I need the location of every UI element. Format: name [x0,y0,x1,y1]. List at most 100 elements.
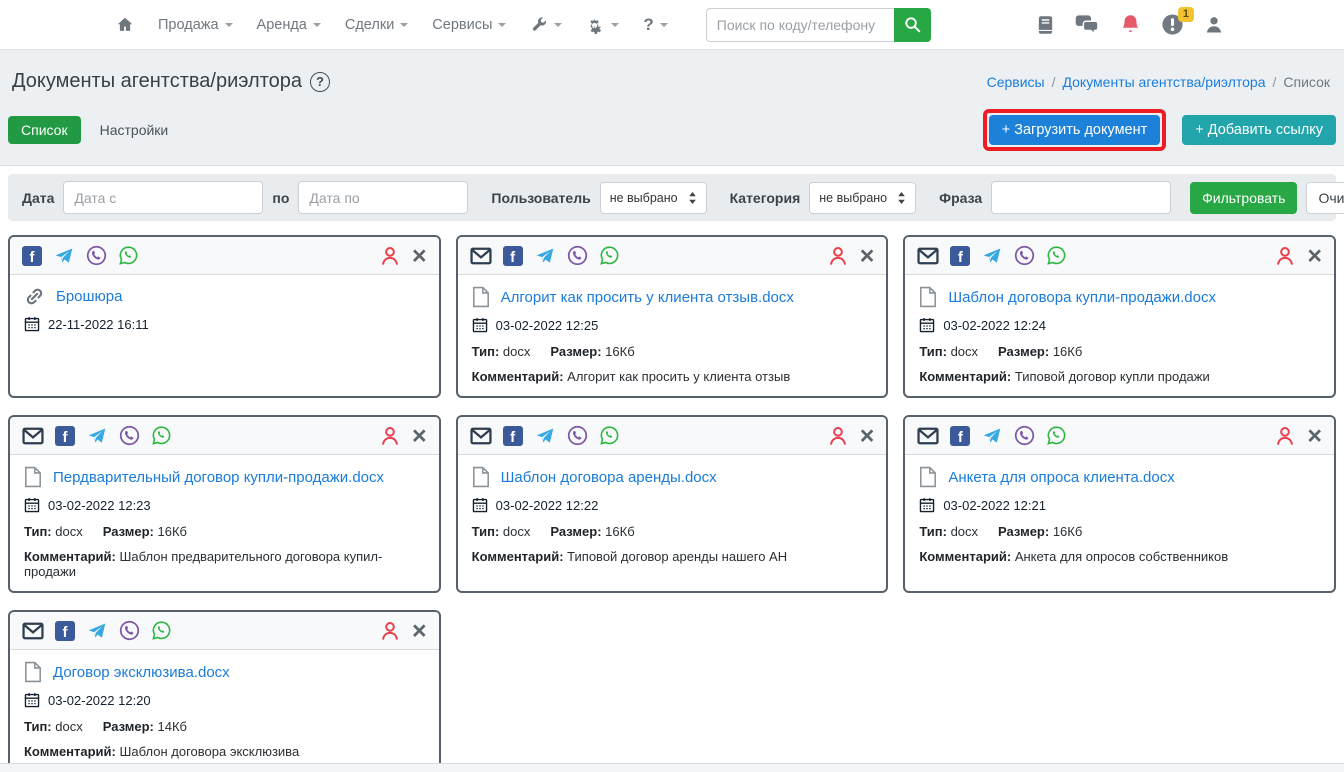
bell-icon[interactable] [1120,14,1141,36]
close-icon[interactable]: × [860,246,875,266]
document-date: 03-02-2022 12:22 [496,498,599,513]
facebook-share-icon[interactable]: f [503,246,523,266]
telegram-share-icon[interactable] [981,246,1003,266]
email-share-icon[interactable] [22,622,44,640]
date-from-input[interactable] [63,181,263,214]
category-select[interactable]: не выбрано [809,182,916,214]
search-button[interactable] [894,8,931,42]
document-card: f × Алгорит [456,235,889,398]
email-share-icon[interactable] [917,247,939,265]
close-icon[interactable]: × [412,426,427,446]
category-select-value: не выбрано [819,191,887,205]
email-share-icon[interactable] [470,427,492,445]
help-menu[interactable]: ? [643,15,667,35]
telegram-share-icon[interactable] [86,621,108,641]
alert-badge: 1 [1178,7,1194,22]
telegram-share-icon[interactable] [534,246,556,266]
owner-icon[interactable] [1274,245,1296,267]
date-to-input[interactable] [298,181,468,214]
email-share-icon[interactable] [470,247,492,265]
viber-share-icon[interactable] [119,620,140,641]
email-share-icon[interactable] [22,427,44,445]
document-link[interactable]: Брошюра [56,288,123,305]
viber-share-icon[interactable] [567,425,588,446]
facebook-share-icon[interactable]: f [950,246,970,266]
whatsapp-share-icon[interactable] [1046,425,1067,446]
tab-settings[interactable]: Настройки [87,116,182,144]
owner-icon[interactable] [827,245,849,267]
telegram-share-icon[interactable] [86,426,108,446]
viber-share-icon[interactable] [86,245,107,266]
facebook-share-icon[interactable]: f [55,426,75,446]
close-icon[interactable]: × [412,246,427,266]
owner-icon[interactable] [379,620,401,642]
owner-icon[interactable] [1274,425,1296,447]
nav-item[interactable]: Аренда [257,17,321,33]
owner-icon[interactable] [379,245,401,267]
title-help-icon[interactable]: ? [310,72,330,92]
comment-label: Комментарий: [472,369,564,384]
card-header: f × [10,417,439,455]
type-value: docx [503,524,530,539]
document-link[interactable]: Договор эксклюзива.docx [53,664,230,681]
viber-share-icon[interactable] [119,425,140,446]
owner-icon[interactable] [827,425,849,447]
file-icon [472,466,490,488]
document-date: 03-02-2022 12:20 [48,693,151,708]
wrench-icon[interactable] [530,16,562,34]
telegram-share-icon[interactable] [53,246,75,266]
telegram-share-icon[interactable] [981,426,1003,446]
phrase-input[interactable] [991,181,1171,214]
close-icon[interactable]: × [1307,426,1322,446]
tab-list[interactable]: Список [8,116,81,144]
whatsapp-share-icon[interactable] [599,245,620,266]
nav-item[interactable]: Продажа [158,17,233,33]
nav-item[interactable]: Сервисы [432,17,506,33]
document-link[interactable]: Шаблон договора купли-продажи.docx [948,289,1216,306]
document-link[interactable]: Анкета для опроса клиента.docx [948,469,1174,486]
size-label: Размер: [550,524,601,539]
alert-icon[interactable]: 1 [1161,13,1184,36]
journal-icon[interactable] [1037,15,1054,35]
size-value: 16Кб [1053,344,1082,359]
search-input[interactable] [706,8,894,42]
viber-share-icon[interactable] [567,245,588,266]
filter-button[interactable]: Фильтровать [1190,182,1297,214]
whatsapp-share-icon[interactable] [118,245,139,266]
whatsapp-share-icon[interactable] [151,425,172,446]
facebook-share-icon[interactable]: f [55,621,75,641]
facebook-share-icon[interactable]: f [503,426,523,446]
close-icon[interactable]: × [860,426,875,446]
breadcrumb-item[interactable]: Сервисы [987,74,1045,90]
document-link[interactable]: Алгорит как просить у клиента отзыв.docx [501,289,794,306]
facebook-share-icon[interactable]: f [950,426,970,446]
comment-row: Комментарий: Шаблон предварительного дог… [24,549,425,579]
whatsapp-share-icon[interactable] [1046,245,1067,266]
add-link-button[interactable]: + Добавить ссылку [1182,115,1336,145]
owner-icon[interactable] [379,425,401,447]
document-link[interactable]: Пердварительный договор купли-продажи.do… [53,469,384,486]
facebook-share-icon[interactable]: f [22,246,42,266]
breadcrumb-item[interactable]: Документы агентства/риэлтора [1063,74,1266,90]
telegram-share-icon[interactable] [534,426,556,446]
close-icon[interactable]: × [1307,246,1322,266]
viber-share-icon[interactable] [1014,245,1035,266]
whatsapp-share-icon[interactable] [599,425,620,446]
gear-icon[interactable] [586,15,619,34]
home-icon[interactable] [116,16,134,33]
comment-text: Шаблон договора эксклюзива [120,744,300,759]
user-icon[interactable] [1204,15,1224,35]
close-icon[interactable]: × [412,621,427,641]
chat-icon[interactable] [1074,14,1100,35]
upload-document-button[interactable]: + Загрузить документ [989,115,1161,145]
user-select[interactable]: не выбрано [600,182,707,214]
footer [0,763,1344,772]
viber-share-icon[interactable] [1014,425,1035,446]
clear-button[interactable]: Очистить [1306,182,1344,214]
document-link[interactable]: Шаблон договора аренды.docx [501,469,717,486]
nav-item[interactable]: Сделки [345,17,408,33]
whatsapp-share-icon[interactable] [151,620,172,641]
meta-row: Тип: docx Размер: 14Кб [24,719,425,734]
email-share-icon[interactable] [917,427,939,445]
search-group [706,8,931,42]
